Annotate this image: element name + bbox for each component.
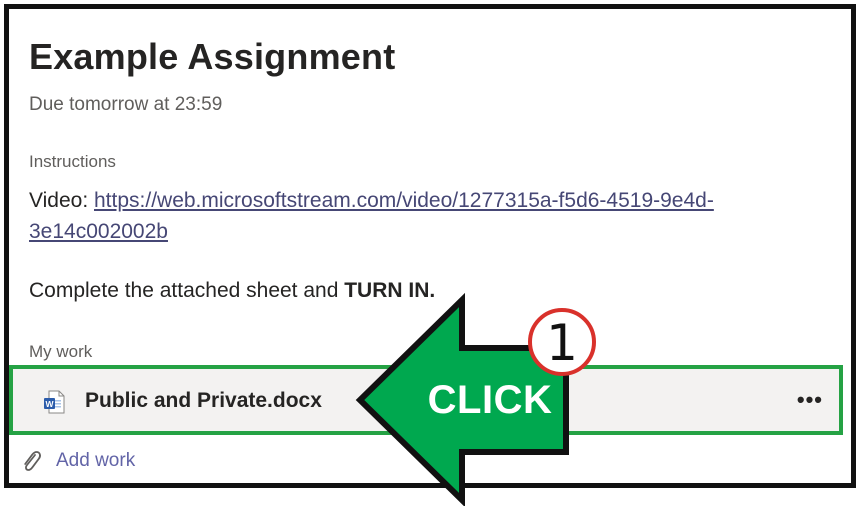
word-document-icon: W — [44, 390, 65, 414]
video-link[interactable]: https://web.microsoftstream.com/video/12… — [29, 189, 714, 243]
due-date: Due tomorrow at 23:59 — [29, 94, 223, 115]
video-instruction: Video: https://web.microsoftstream.com/v… — [29, 185, 819, 247]
paperclip-icon — [24, 451, 41, 471]
complete-text: Complete the attached sheet and — [29, 279, 345, 302]
file-name: Public and Private.docx — [85, 389, 322, 412]
turn-in-emphasis: TURN IN. — [344, 279, 436, 302]
add-work-label: Add work — [56, 450, 136, 471]
step-number-badge: 1 — [528, 308, 596, 376]
more-options-button[interactable]: ••• — [797, 387, 823, 413]
complete-instruction: Complete the attached sheet and TURN IN. — [29, 279, 435, 303]
svg-text:W: W — [45, 399, 54, 409]
add-work-button[interactable]: Add work — [20, 446, 135, 476]
click-label: CLICK — [427, 378, 553, 422]
my-work-label: My work — [29, 342, 93, 361]
instructions-label: Instructions — [29, 152, 116, 171]
video-prefix: Video: — [29, 189, 94, 212]
assignment-title: Example Assignment — [29, 36, 396, 77]
